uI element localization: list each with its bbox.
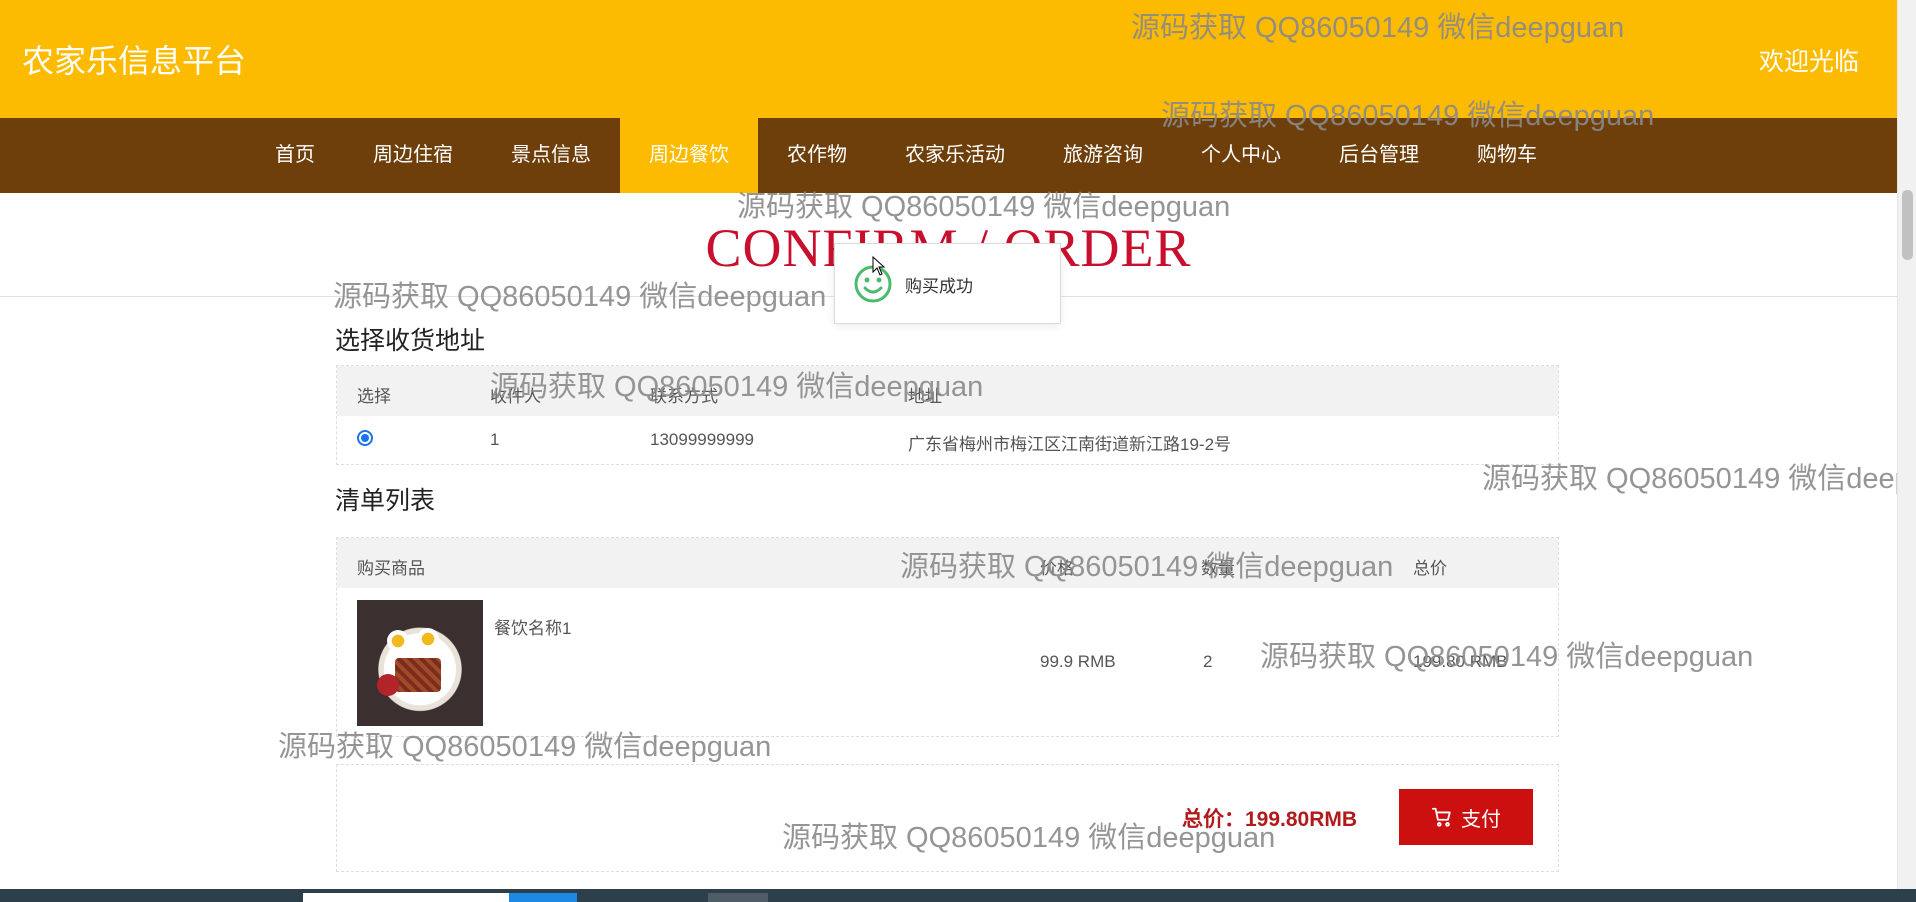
nav-item-lodging[interactable]: 周边住宿 bbox=[344, 118, 482, 193]
watermark-text: 源码获取 QQ86050149 微信deepguan bbox=[1260, 641, 1754, 673]
watermark-text: 源码获取 QQ86050149 微信deepguan bbox=[900, 551, 1394, 583]
pay-button-label: 支付 bbox=[1461, 808, 1501, 831]
watermark-text: 源码获取 QQ86050149 微信deepguan bbox=[1161, 100, 1655, 132]
waffle-shape bbox=[395, 658, 441, 692]
egg-shape bbox=[387, 630, 409, 652]
taskbar-item[interactable] bbox=[303, 893, 509, 902]
berry-shape bbox=[377, 674, 399, 696]
price-value: 99.9 RMB bbox=[1040, 652, 1116, 671]
order-section-title: 清单列表 bbox=[335, 487, 436, 515]
recipient-value: 1 bbox=[490, 430, 500, 449]
watermark-text: 源码获取 QQ86050149 微信deepguan bbox=[737, 191, 1231, 223]
contact-value: 13099999999 bbox=[650, 430, 755, 449]
header-select: 选择 bbox=[357, 387, 391, 406]
watermark-text: 源码获取 QQ86050149 微信deepguan bbox=[278, 731, 772, 763]
egg-shape bbox=[417, 628, 439, 650]
welcome-text: 欢迎光临 bbox=[1758, 48, 1859, 76]
nav-item-attractions[interactable]: 景点信息 bbox=[482, 118, 620, 193]
cursor-icon bbox=[872, 256, 886, 276]
food-image[interactable] bbox=[357, 600, 483, 726]
watermark-text: 源码获取 QQ86050149 微信deepguan bbox=[1482, 463, 1897, 495]
nav-item-activities[interactable]: 农家乐活动 bbox=[876, 118, 1034, 193]
watermark-text: 源码获取 QQ86050149 微信deepguan bbox=[490, 371, 984, 403]
quantity-value: 2 bbox=[1203, 652, 1213, 671]
header-subtotal: 总价 bbox=[1413, 559, 1447, 578]
product-name[interactable]: 餐饮名称1 bbox=[494, 614, 571, 639]
cart-icon bbox=[1431, 807, 1451, 827]
address-value: 广东省梅州市梅江区江南街道新江路19-2号 bbox=[908, 435, 1232, 454]
pay-button[interactable]: 支付 bbox=[1399, 789, 1533, 845]
scrollbar-thumb[interactable] bbox=[1902, 190, 1913, 260]
taskbar bbox=[0, 889, 1916, 902]
watermark-text: 源码获取 QQ86050149 微信deepguan bbox=[782, 822, 1276, 854]
header-product: 购买商品 bbox=[357, 559, 425, 578]
nav-item-travel-consult[interactable]: 旅游咨询 bbox=[1034, 118, 1172, 193]
page-scrollbar[interactable] bbox=[1897, 0, 1916, 902]
address-section-title: 选择收货地址 bbox=[335, 327, 486, 355]
nav-item-dining[interactable]: 周边餐饮 bbox=[620, 118, 758, 193]
nav-item-home[interactable]: 首页 bbox=[246, 118, 344, 193]
site-title[interactable]: 农家乐信息平台 bbox=[22, 36, 246, 82]
taskbar-item[interactable] bbox=[509, 893, 577, 902]
address-radio[interactable] bbox=[357, 430, 373, 446]
taskbar-item[interactable] bbox=[708, 893, 768, 902]
watermark-text: 源码获取 QQ86050149 微信deepguan bbox=[333, 281, 827, 313]
watermark-text: 源码获取 QQ86050149 微信deepguan bbox=[1131, 12, 1625, 44]
nav-item-crops[interactable]: 农作物 bbox=[758, 118, 876, 193]
success-toast: 购买成功 bbox=[834, 243, 1061, 324]
toast-message: 购买成功 bbox=[905, 277, 973, 296]
table-row[interactable]: 1 13099999999 广东省梅州市梅江区江南街道新江路19-2号 bbox=[337, 416, 1558, 464]
